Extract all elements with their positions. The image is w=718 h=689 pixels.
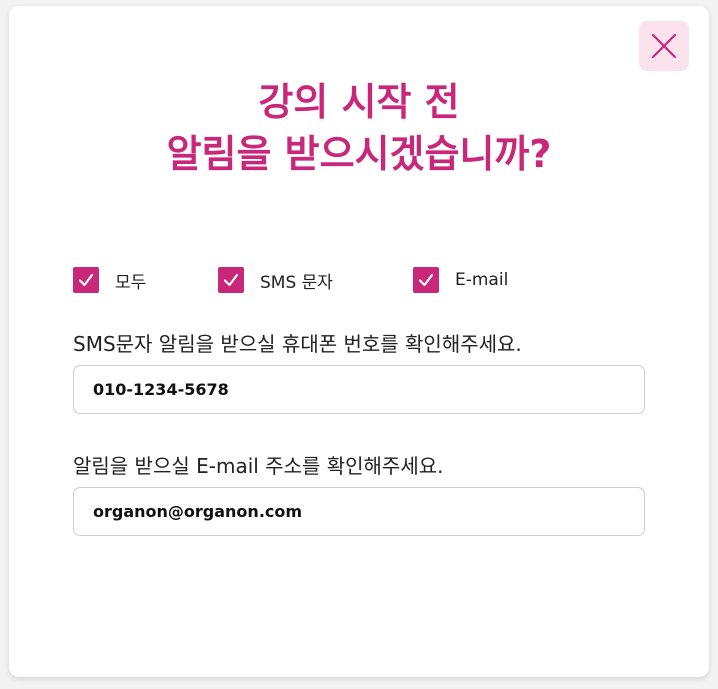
checkbox-email[interactable] [413,267,439,293]
option-all[interactable]: 모두 [73,266,146,294]
option-email-label: E-mail [455,270,509,290]
modal-title: 강의 시작 전 알림을 받으시겠습니까? [9,76,709,180]
option-all-label: 모두 [115,272,147,293]
checkbox-sms[interactable] [218,267,244,293]
sms-field-label: SMS문자 알림을 받으실 휴대폰 번호를 확인해주세요. [73,332,522,356]
email-input[interactable] [73,487,645,536]
checkmark-icon [223,273,239,287]
option-sms-label: SMS 문자 [260,272,333,293]
checkbox-all[interactable] [73,267,99,293]
email-field-label: 알림을 받으실 E-mail 주소를 확인해주세요. [73,454,444,478]
modal-title-line1: 강의 시작 전 [258,80,460,124]
notification-modal: 강의 시작 전 알림을 받으시겠습니까? 모두 SMS 문자 E-mail SM… [9,6,709,677]
close-button[interactable] [639,21,689,71]
close-icon [651,33,677,59]
modal-title-line2: 알림을 받으시겠습니까? [166,132,552,176]
option-email[interactable]: E-mail [413,266,508,294]
phone-number-input[interactable] [73,365,645,414]
notification-options: 모두 SMS 문자 E-mail [73,266,653,294]
option-sms[interactable]: SMS 문자 [218,266,333,294]
checkmark-icon [418,273,434,287]
checkmark-icon [78,273,94,287]
